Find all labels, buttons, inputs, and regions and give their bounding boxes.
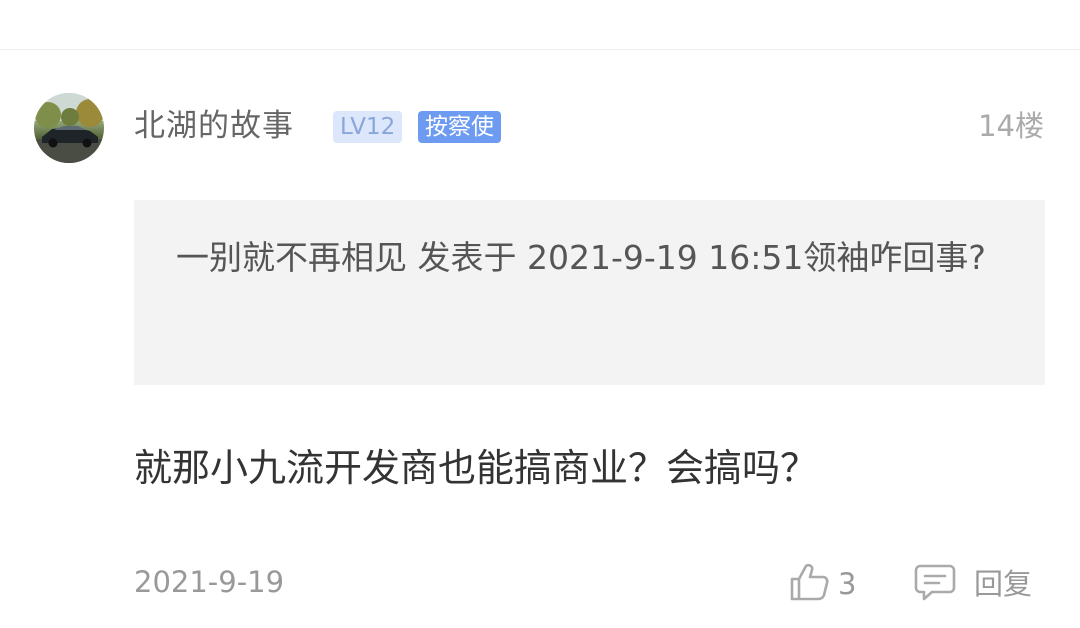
comment-content: 就那小九流开发商也能搞商业？会搞吗？ [134, 446, 819, 490]
post-date: 2021-9-19 [134, 565, 285, 599]
quoted-reply-box[interactable]: 一别就不再相见 发表于 2021-9-19 16:51领袖咋回事? [134, 200, 1045, 385]
like-count: 3 [838, 567, 857, 601]
comment-post: 北湖的故事 LV12 按察使 14楼 一别就不再相见 发表于 2021-9-19… [0, 50, 1080, 628]
title-badge: 按察使 [418, 111, 501, 143]
level-badge: LV12 [333, 111, 403, 143]
thumbs-up-icon [788, 562, 830, 606]
quoted-text: 一别就不再相见 发表于 2021-9-19 16:51领袖咋回事? [176, 238, 986, 277]
reply-label: 回复 [974, 567, 1033, 601]
comment-icon [914, 562, 956, 606]
username[interactable]: 北湖的故事 [134, 106, 294, 146]
floor-number: 14楼 [978, 109, 1044, 143]
user-avatar[interactable] [34, 93, 104, 163]
car-photo-avatar [34, 93, 104, 163]
